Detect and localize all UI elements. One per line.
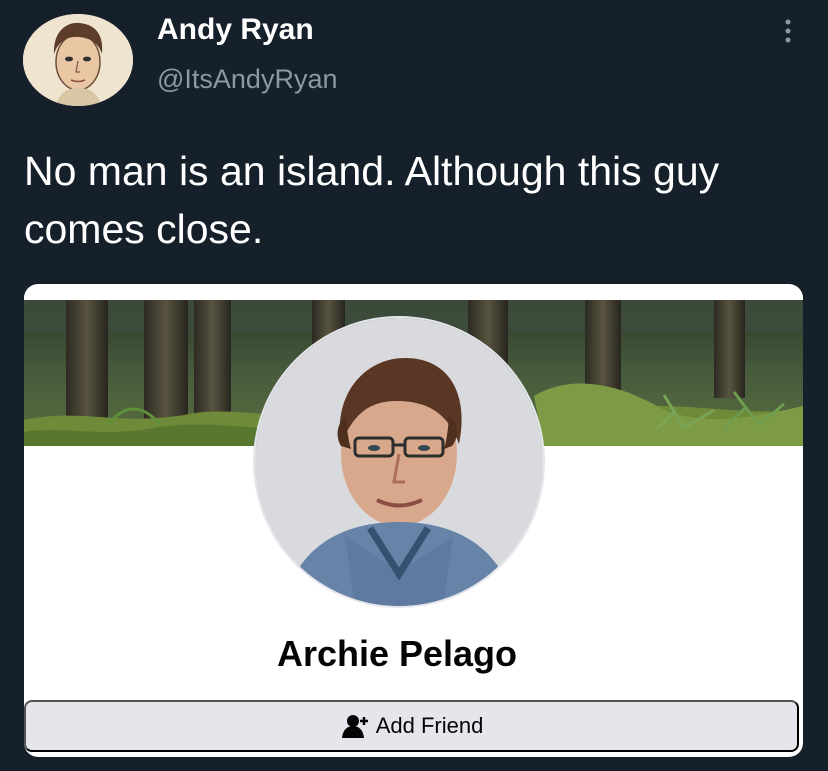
- add-friend-label: Add Friend: [375, 713, 484, 738]
- tweet-text: No man is an island. Although this guy c…: [24, 148, 720, 252]
- add-person-icon: [340, 713, 370, 739]
- author-handle[interactable]: @ItsAndyRyan: [157, 62, 337, 96]
- tweet: Andy Ryan @ItsAndyRyan No man is an isla…: [0, 0, 828, 771]
- more-options-button[interactable]: [776, 14, 800, 50]
- author-avatar-illustration: [23, 14, 133, 106]
- more-vertical-icon: [785, 19, 791, 43]
- profile-photo-image: [255, 318, 543, 606]
- add-friend-button[interactable]: Add Friend: [24, 700, 799, 752]
- profile-photo[interactable]: [255, 318, 543, 606]
- author-avatar[interactable]: [23, 14, 133, 106]
- profile-name: Archie Pelago: [276, 633, 518, 674]
- author-name[interactable]: Andy Ryan: [157, 12, 314, 48]
- embedded-profile-card[interactable]: Archie Pelago Add Friend: [24, 284, 803, 757]
